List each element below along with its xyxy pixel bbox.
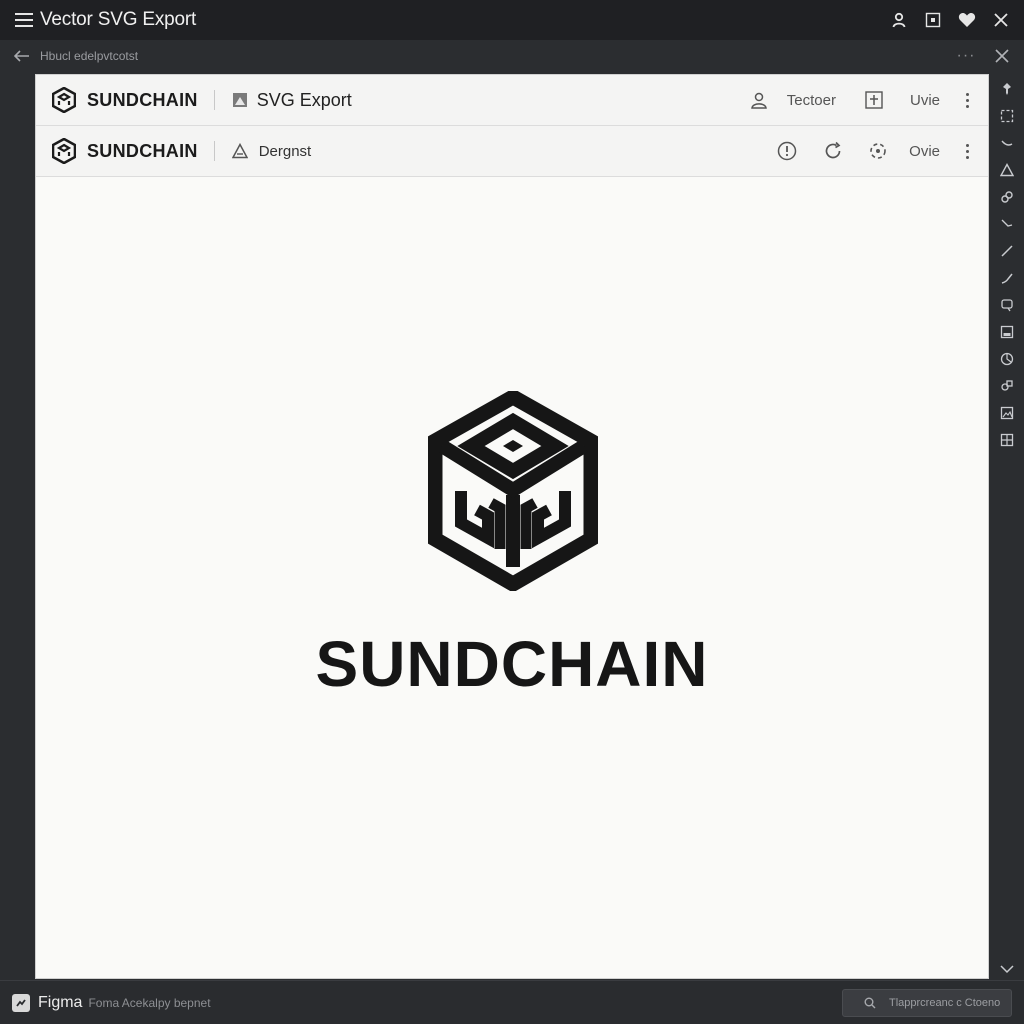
more-options-icon[interactable]: ··· xyxy=(954,47,978,65)
comment-icon[interactable] xyxy=(998,296,1016,314)
window-title: Vector SVG Export xyxy=(40,9,197,30)
close-panel-icon[interactable] xyxy=(992,46,1012,66)
secondary-toolbar: SUNDCHAIN Dergnst Ovie xyxy=(36,126,988,177)
image-file-icon xyxy=(231,91,249,109)
info-icon[interactable] xyxy=(775,139,799,163)
window-actions xyxy=(888,9,1012,31)
search-placeholder: Tlapprcreanc c Ctoeno xyxy=(889,996,1001,1009)
window-tile-icon[interactable] xyxy=(922,9,944,31)
sundchain-cube-logo[interactable] xyxy=(428,391,598,591)
pencil-icon[interactable] xyxy=(998,269,1016,287)
link-icon[interactable] xyxy=(998,188,1016,206)
user-label[interactable]: Tectoer xyxy=(787,92,836,109)
document-frame: SUNDCHAIN SVG Export Tectoer Uvie SUNDCH… xyxy=(35,74,989,979)
view-label[interactable]: Ovie xyxy=(909,143,940,160)
curve-icon[interactable] xyxy=(998,134,1016,152)
user-icon[interactable] xyxy=(747,88,771,112)
triangle-shape-icon[interactable] xyxy=(998,161,1016,179)
kebab-menu-icon[interactable] xyxy=(960,143,974,159)
brand-name: SUNDCHAIN xyxy=(87,140,198,161)
line-tool-icon[interactable] xyxy=(998,215,1016,233)
figma-app-icon[interactable] xyxy=(12,993,30,1012)
grid-icon[interactable] xyxy=(998,431,1016,449)
breadcrumb-path: Hbucl edelpvtcotst xyxy=(40,49,139,63)
components-icon[interactable] xyxy=(998,377,1016,395)
logo-wordmark: SUNDCHAIN xyxy=(315,628,709,700)
brand-cube-icon xyxy=(51,87,77,113)
kebab-menu-icon[interactable] xyxy=(960,92,974,108)
chevron-down-icon[interactable] xyxy=(998,960,1016,978)
app-name: Figma xyxy=(38,993,83,1011)
title-bar: Vector SVG Export xyxy=(0,0,1024,40)
divider xyxy=(213,141,215,161)
refresh-icon[interactable] xyxy=(821,139,845,163)
primary-toolbar: SUNDCHAIN SVG Export Tectoer Uvie xyxy=(36,75,988,126)
brand-name: SUNDCHAIN xyxy=(87,89,198,110)
heart-icon[interactable] xyxy=(956,9,978,31)
select-frame-icon[interactable] xyxy=(998,107,1016,125)
color-wheel-icon[interactable] xyxy=(998,350,1016,368)
search-box[interactable]: Tlapprcreanc c Ctoeno xyxy=(842,988,1012,1017)
status-bar: Figma Foma Acekalpy bepnet Tlapprcreanc … xyxy=(0,980,1024,1024)
add-frame-icon[interactable] xyxy=(862,88,886,112)
back-arrow-icon[interactable] xyxy=(12,46,32,66)
status-text: Foma Acekalpy bepnet xyxy=(88,995,211,1010)
view-label[interactable]: Uvie xyxy=(910,92,940,109)
brand-cube-icon xyxy=(51,138,77,164)
primary-toolbar-actions: Tectoer Uvie xyxy=(747,88,974,112)
divider xyxy=(213,90,215,110)
warning-triangle-icon xyxy=(231,142,249,160)
right-tool-rail xyxy=(990,72,1024,980)
design-canvas[interactable]: SUNDCHAIN xyxy=(36,177,988,978)
pin-icon[interactable] xyxy=(998,80,1016,98)
hamburger-menu-icon[interactable] xyxy=(14,10,34,30)
search-icon xyxy=(863,996,877,1010)
close-window-icon[interactable] xyxy=(990,9,1012,31)
share-link-icon[interactable] xyxy=(866,139,890,163)
navigation-bar: Hbucl edelpvtcotst ··· xyxy=(0,40,1024,72)
user-icon[interactable] xyxy=(888,9,910,31)
design-label[interactable]: Dergnst xyxy=(259,143,312,160)
file-title[interactable]: SVG Export xyxy=(257,90,352,111)
image-icon[interactable] xyxy=(998,323,1016,341)
secondary-toolbar-actions: Ovie xyxy=(775,139,974,163)
pen-tool-icon[interactable] xyxy=(998,242,1016,260)
gallery-icon[interactable] xyxy=(998,404,1016,422)
